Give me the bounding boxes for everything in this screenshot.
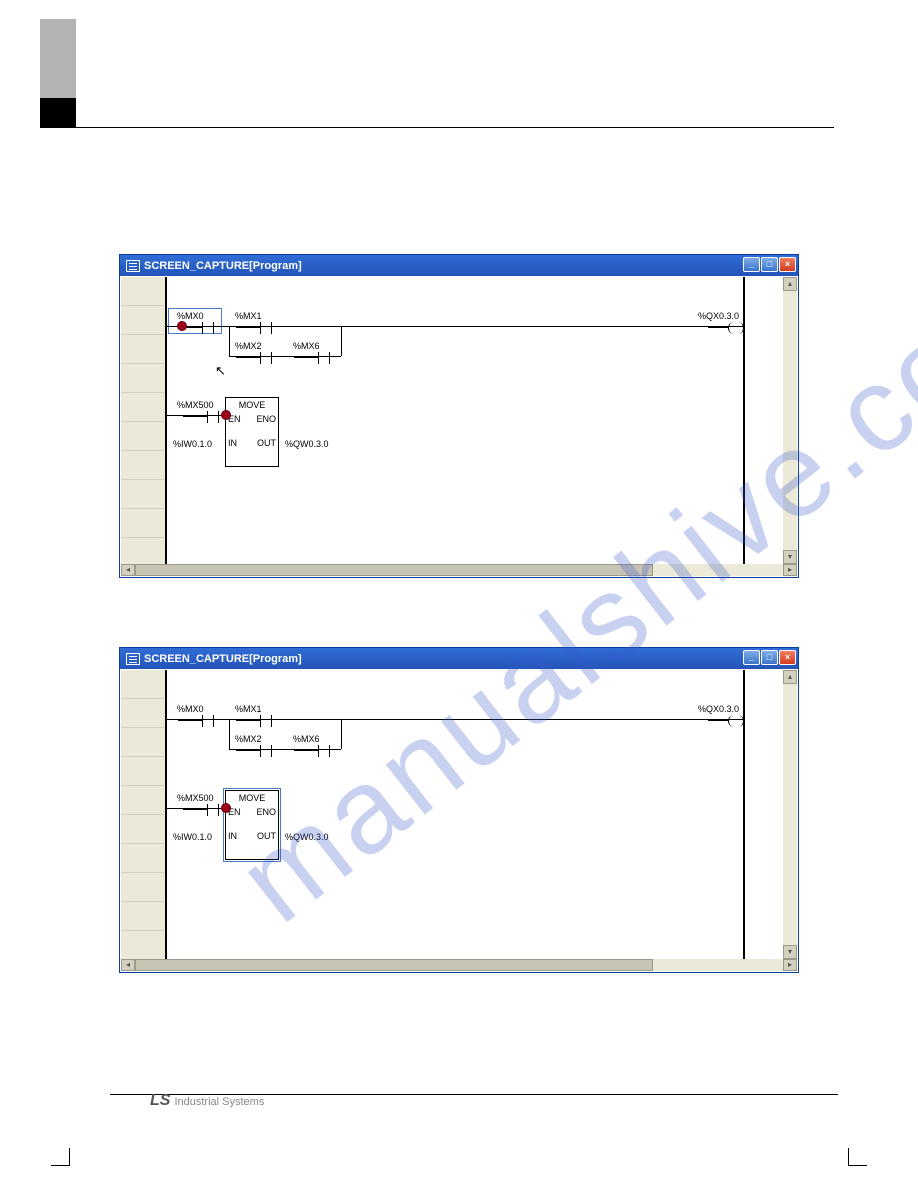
scroll-down-button[interactable]: ▾ xyxy=(783,550,797,564)
crop-mark xyxy=(848,1148,849,1166)
contact-label: %MX0 xyxy=(177,311,204,321)
fb-pin-in: IN xyxy=(228,831,237,841)
fb-out-value: %QW0.3.0 xyxy=(285,439,329,449)
scroll-left-button[interactable]: ◂ xyxy=(121,564,135,576)
maximize-button[interactable]: □ xyxy=(761,257,778,272)
row-gutter xyxy=(121,277,165,564)
scroll-right-button[interactable]: ▸ xyxy=(783,564,797,576)
wire xyxy=(341,719,342,749)
maximize-button[interactable]: □ xyxy=(761,650,778,665)
wire xyxy=(229,326,230,356)
contact-mx1[interactable]: %MX1 xyxy=(235,704,262,715)
fb-in-value: %IW0.1.0 xyxy=(173,832,212,842)
close-button[interactable]: × xyxy=(779,257,796,272)
fb-pin-eno: ENO xyxy=(256,807,276,817)
vertical-scrollbar[interactable]: ▴ ▾ xyxy=(783,670,797,959)
fb-name: MOVE xyxy=(226,791,278,805)
contact-mx2[interactable]: %MX2 xyxy=(235,734,262,745)
titlebar-a[interactable]: SCREEN_CAPTURE[Program] _ □ × xyxy=(120,255,798,276)
crop-mark xyxy=(51,1165,69,1166)
scroll-thumb[interactable] xyxy=(135,564,653,576)
program-icon xyxy=(126,260,140,272)
contact-mx0[interactable]: %MX0 xyxy=(177,704,204,715)
function-block-move[interactable]: MOVE EN ENO IN OUT xyxy=(225,790,279,860)
minimize-button[interactable]: _ xyxy=(743,650,760,665)
page-header-mark xyxy=(40,19,76,128)
fb-out-value: %QW0.3.0 xyxy=(285,832,329,842)
ladder-canvas-b[interactable]: %MX0 %MX1 %QX0.3.0 %MX2 xyxy=(165,670,783,959)
left-rail xyxy=(165,277,167,564)
contact-mx6[interactable]: %MX6 xyxy=(293,341,320,352)
scroll-up-button[interactable]: ▴ xyxy=(783,670,797,684)
titlebar-b[interactable]: SCREEN_CAPTURE[Program] _ □ × xyxy=(120,648,798,669)
crop-mark xyxy=(849,1165,867,1166)
logo-suffix: Industrial Systems xyxy=(174,1096,264,1108)
coil-qx030[interactable]: %QX0.3.0 xyxy=(698,704,739,715)
fb-pin-out: OUT xyxy=(257,831,276,841)
contact-mx1[interactable]: %MX1 xyxy=(235,311,262,322)
scroll-left-button[interactable]: ◂ xyxy=(121,959,135,971)
close-button[interactable]: × xyxy=(779,650,796,665)
window-title-b: SCREEN_CAPTURE[Program] xyxy=(144,653,302,665)
breakpoint-icon[interactable] xyxy=(221,803,231,813)
wire xyxy=(229,719,230,749)
window-b: SCREEN_CAPTURE[Program] _ □ × %MX0 xyxy=(119,647,799,973)
contact-mx500[interactable]: %MX500 xyxy=(177,793,214,804)
scroll-thumb[interactable] xyxy=(135,959,653,971)
fb-in-value: %IW0.1.0 xyxy=(173,439,212,449)
page-header-rule xyxy=(76,127,834,128)
contact-label: %MX6 xyxy=(293,734,320,744)
wire xyxy=(341,326,342,356)
coil-label: %QX0.3.0 xyxy=(698,704,739,714)
contact-label: %MX6 xyxy=(293,341,320,351)
left-rail xyxy=(165,670,167,959)
scroll-up-button[interactable]: ▴ xyxy=(783,277,797,291)
right-rail xyxy=(743,670,745,959)
window-title-a: SCREEN_CAPTURE[Program] xyxy=(144,260,302,272)
contact-label: %MX2 xyxy=(235,341,262,351)
contact-label: %MX1 xyxy=(235,704,262,714)
contact-mx6[interactable]: %MX6 xyxy=(293,734,320,745)
scroll-right-button[interactable]: ▸ xyxy=(783,959,797,971)
coil-qx030[interactable]: %QX0.3.0 xyxy=(698,311,739,322)
crop-mark xyxy=(69,1148,70,1166)
function-block-move[interactable]: MOVE EN ENO IN OUT xyxy=(225,397,279,467)
breakpoint-icon[interactable] xyxy=(177,321,187,331)
coil-label: %QX0.3.0 xyxy=(698,311,739,321)
ladder-canvas-a[interactable]: %MX0 %MX1 %QX0.3.0 xyxy=(165,277,783,564)
row-gutter xyxy=(121,670,165,959)
scroll-down-button[interactable]: ▾ xyxy=(783,945,797,959)
right-rail xyxy=(743,277,745,564)
contact-label: %MX500 xyxy=(177,793,214,803)
breakpoint-icon[interactable] xyxy=(221,410,231,420)
logo-text: LS xyxy=(150,1092,170,1109)
fb-pin-out: OUT xyxy=(257,438,276,448)
contact-label: %MX1 xyxy=(235,311,262,321)
mouse-cursor-icon: ↖ xyxy=(215,363,226,379)
contact-label: %MX0 xyxy=(177,704,204,714)
contact-label: %MX2 xyxy=(235,734,262,744)
window-a: SCREEN_CAPTURE[Program] _ □ × xyxy=(119,254,799,578)
contact-mx500[interactable]: %MX500 xyxy=(177,400,214,411)
vertical-scrollbar[interactable]: ▴ ▾ xyxy=(783,277,797,564)
fb-pin-in: IN xyxy=(228,438,237,448)
contact-label: %MX500 xyxy=(177,400,214,410)
fb-name: MOVE xyxy=(226,398,278,412)
footer-logo: LS Industrial Systems xyxy=(150,1092,264,1110)
horizontal-scrollbar[interactable]: ◂ ▸ xyxy=(121,564,797,576)
contact-mx2[interactable]: %MX2 xyxy=(235,341,262,352)
fb-pin-eno: ENO xyxy=(256,414,276,424)
minimize-button[interactable]: _ xyxy=(743,257,760,272)
horizontal-scrollbar[interactable]: ◂ ▸ xyxy=(121,959,797,971)
program-icon xyxy=(126,653,140,665)
